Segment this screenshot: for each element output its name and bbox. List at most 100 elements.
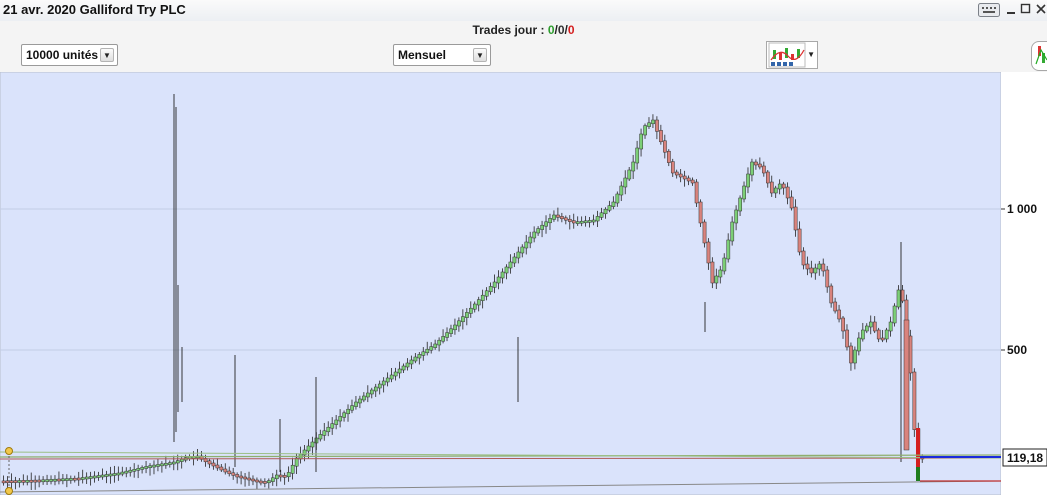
candle-body	[853, 349, 857, 364]
candle-body	[290, 464, 295, 474]
candle-body	[84, 476, 89, 480]
keyboard-icon[interactable]	[978, 3, 1000, 20]
candle-body	[781, 183, 786, 189]
candle-body	[469, 307, 473, 314]
candle-body	[730, 221, 735, 242]
candle-body	[714, 275, 719, 284]
candle-body	[9, 480, 14, 483]
candle-body	[472, 303, 477, 310]
candle-body	[453, 324, 457, 331]
trades-value-won: 0	[547, 23, 555, 37]
candle-body	[829, 285, 834, 304]
candle-body	[57, 478, 61, 482]
candle-body	[674, 171, 679, 176]
candle-body	[488, 286, 493, 293]
candle-body	[215, 464, 220, 469]
candle-body	[148, 465, 152, 468]
candle-body	[1, 480, 6, 484]
candle-body	[92, 475, 97, 479]
candle-body	[286, 472, 291, 478]
candle-body	[37, 479, 42, 483]
chart-area[interactable]: 1 000 500 119,18	[0, 72, 1047, 495]
candle-body	[516, 251, 521, 259]
candle-body	[53, 478, 57, 482]
candle-body	[903, 319, 910, 451]
candle-body	[484, 290, 489, 297]
candle-body	[536, 228, 541, 234]
plot-background	[0, 72, 1002, 495]
candle-body	[401, 365, 406, 371]
candle-body	[722, 257, 727, 272]
candle-body	[595, 216, 600, 222]
candle-body	[639, 133, 644, 150]
candle-body	[231, 472, 236, 476]
candle-body	[278, 474, 283, 478]
candle-body	[821, 263, 826, 272]
candle-body	[108, 473, 113, 477]
candle-body	[524, 241, 529, 249]
candle-body	[571, 220, 576, 224]
trades-value-neutral: 0	[557, 23, 565, 37]
candle-body	[868, 321, 873, 328]
candle-body	[136, 468, 141, 471]
candle-body	[718, 269, 723, 278]
candle-body	[841, 317, 845, 332]
candle-body	[805, 263, 810, 270]
candle-body	[235, 474, 240, 478]
candle-body	[425, 348, 430, 354]
candle-body	[528, 236, 533, 244]
candle-body	[496, 276, 501, 284]
y-tick-label-500: 500	[1007, 343, 1027, 357]
indicator-button[interactable]	[1031, 41, 1047, 71]
candle-body	[670, 161, 675, 174]
candle-body	[417, 354, 422, 359]
candle-body	[912, 371, 917, 430]
candle-body	[655, 119, 659, 132]
candle-body	[255, 479, 259, 483]
candle-body	[568, 218, 572, 222]
trend-handle[interactable]	[5, 447, 13, 455]
candle-body	[152, 464, 156, 468]
candle-body	[647, 122, 651, 127]
chart-style-button[interactable]: ▼	[766, 41, 818, 69]
chevron-down-icon[interactable]: ▼	[473, 48, 487, 62]
candle-body	[172, 461, 176, 465]
period-select[interactable]: Mensuel ▼	[393, 44, 491, 66]
candle-body	[104, 474, 109, 477]
candle-body	[164, 462, 168, 466]
chevron-down-icon[interactable]: ▼	[807, 50, 815, 59]
candle-body	[306, 445, 311, 452]
axis-background	[1001, 72, 1047, 495]
candle-body	[21, 480, 26, 483]
candle-body	[766, 171, 770, 184]
candle-body	[845, 329, 849, 348]
candle-body	[694, 181, 699, 204]
trend-handle[interactable]	[5, 487, 13, 495]
close-icon[interactable]	[1035, 2, 1047, 19]
candle-body	[465, 312, 469, 318]
candle-body	[120, 471, 125, 475]
candle-body	[861, 329, 865, 340]
candle-body	[532, 231, 537, 239]
candle-body	[690, 179, 695, 184]
candle-body	[433, 343, 438, 348]
candle-body	[480, 294, 485, 301]
candle-body	[500, 271, 505, 279]
candle-body	[540, 224, 545, 230]
chevron-down-icon[interactable]: ▼	[100, 48, 114, 62]
candle-body	[76, 477, 81, 481]
maximize-icon[interactable]	[1020, 2, 1032, 19]
quantity-select[interactable]: 10000 unités ▼	[21, 44, 118, 66]
candle-body	[512, 256, 517, 264]
minimize-icon[interactable]	[1006, 2, 1016, 19]
candle-body	[599, 212, 604, 218]
candle-body	[271, 477, 275, 482]
candle-body	[825, 269, 830, 288]
candle-body	[579, 220, 584, 224]
candle-body	[211, 462, 216, 467]
candle-body	[746, 173, 750, 188]
candle-body	[156, 464, 160, 467]
candle-body	[754, 161, 758, 166]
candle-body	[750, 161, 754, 176]
candle-body	[667, 150, 671, 163]
